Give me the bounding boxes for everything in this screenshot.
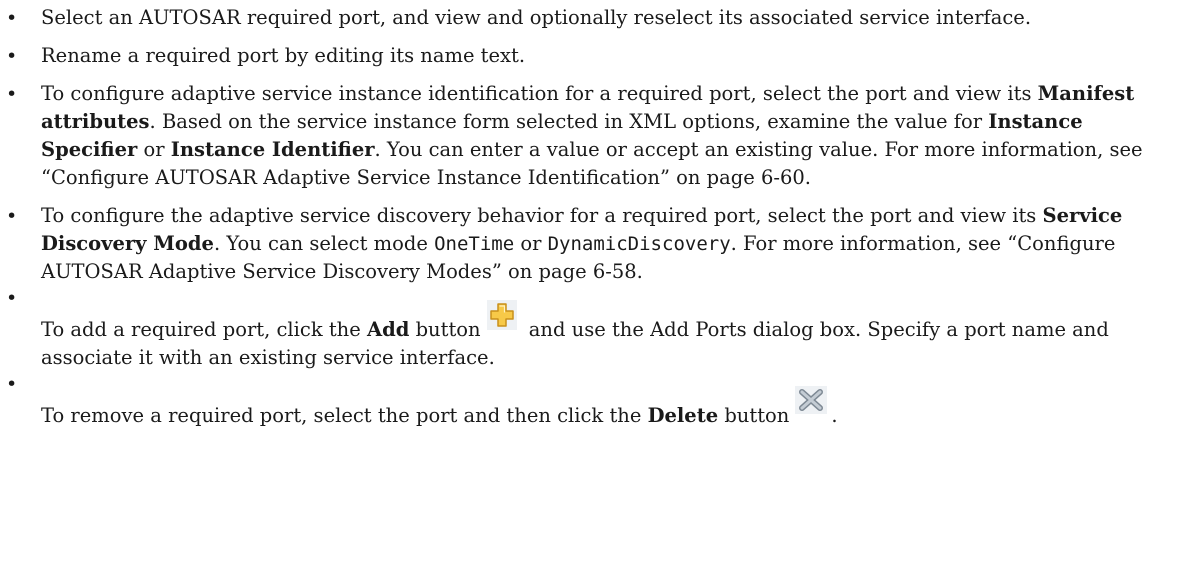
item-text: button xyxy=(409,318,481,341)
item-text: . Based on the service instance form sel… xyxy=(149,110,989,133)
bullet-glyph: • xyxy=(6,83,18,105)
bullet-glyph: • xyxy=(6,205,18,227)
documentation-page: • Select an AUTOSAR required port, and v… xyxy=(0,0,1199,577)
item-text: or xyxy=(137,138,171,161)
list-item-rename-port: • Rename a required port by editing its … xyxy=(0,42,1170,70)
item-text: To add a required port, click the xyxy=(41,318,367,341)
item-text: To remove a required port, select the po… xyxy=(41,404,648,427)
delete-button-icon-container[interactable] xyxy=(791,386,829,426)
code-dynamicdiscovery: DynamicDiscovery xyxy=(547,233,731,255)
item-text: . You can select mode xyxy=(213,232,435,255)
list-item-delete-port: • To remove a required port, select the … xyxy=(0,373,1170,430)
list-item-service-discovery: • To configure the adaptive service disc… xyxy=(0,202,1170,286)
list-item-instance-identification: • To configure adaptive service instance… xyxy=(0,80,1170,192)
add-plus-icon[interactable] xyxy=(486,300,517,330)
item-text: . xyxy=(831,404,838,427)
item-text: Rename a required port by editing its na… xyxy=(41,44,526,67)
bullet-glyph: • xyxy=(6,7,18,29)
item-text: button xyxy=(718,404,790,427)
bullet-glyph: • xyxy=(6,45,18,67)
bold-term-add: Add xyxy=(366,318,410,341)
bullet-glyph: • xyxy=(6,287,18,309)
bullet-list: • Select an AUTOSAR required port, and v… xyxy=(0,4,1170,440)
bold-term-instance-identifier: Instance Identifier xyxy=(170,138,375,161)
bold-term-delete: Delete xyxy=(647,404,719,427)
item-text: To configure adaptive service instance i… xyxy=(41,82,1038,105)
code-onetime: OneTime xyxy=(434,233,515,255)
item-text: Select an AUTOSAR required port, and vie… xyxy=(41,6,1032,29)
bullet-glyph: • xyxy=(6,373,18,395)
list-item-add-port: • To add a required port, click the Add … xyxy=(0,287,1170,372)
item-text: To configure the adaptive service discov… xyxy=(41,204,1043,227)
list-item-select-port: • Select an AUTOSAR required port, and v… xyxy=(0,4,1170,32)
add-button-icon-container[interactable] xyxy=(483,300,521,340)
item-text: or xyxy=(514,232,548,255)
delete-x-icon[interactable] xyxy=(795,386,828,414)
